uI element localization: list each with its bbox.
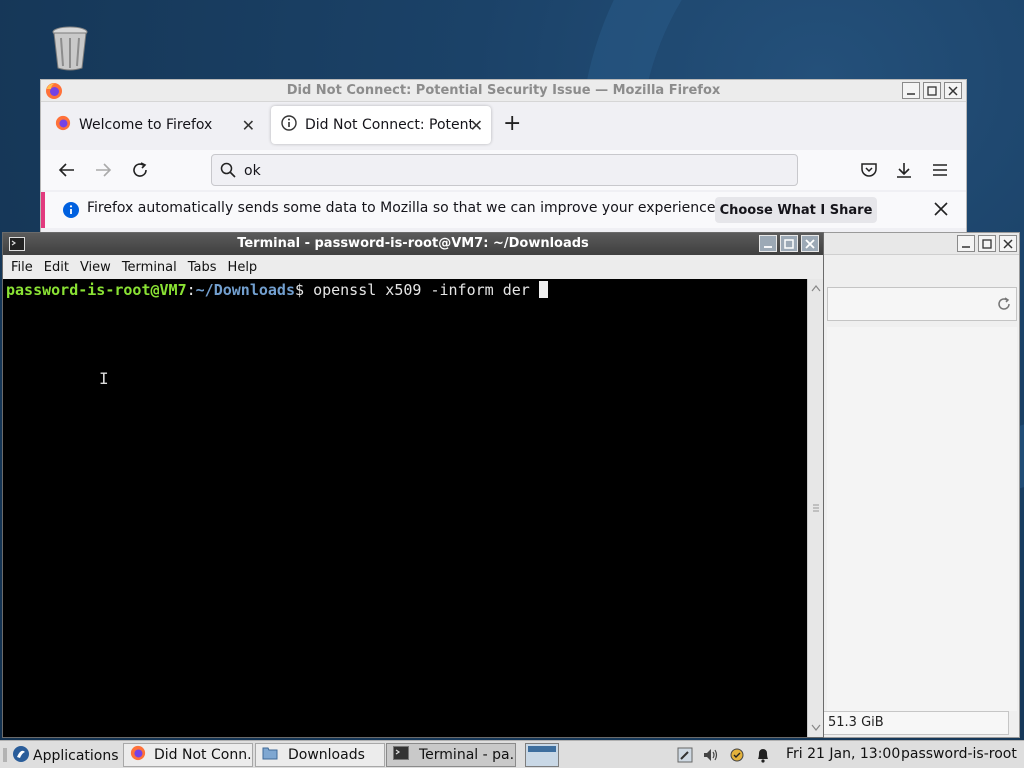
trash-icon[interactable] <box>50 24 90 72</box>
command-text: openssl x509 -inform der <box>313 281 539 299</box>
taskbar-item-label: Downloads <box>288 747 365 763</box>
notification-text: Firefox automatically sends some data to… <box>87 200 720 216</box>
text-cursor <box>538 281 548 298</box>
applications-menu-button[interactable]: Applications <box>12 745 119 767</box>
mouse-ibeam-cursor-icon: I <box>99 369 109 388</box>
menu-tabs[interactable]: Tabs <box>188 260 217 275</box>
menu-file[interactable]: File <box>11 260 33 275</box>
menu-view[interactable]: View <box>80 260 111 275</box>
terminal-icon <box>393 746 409 764</box>
prompt-path: ~/Downloads <box>195 281 295 299</box>
terminal-scrollbar[interactable] <box>807 279 823 737</box>
downloads-icon[interactable] <box>893 159 915 181</box>
info-icon <box>281 115 297 135</box>
search-icon <box>220 162 236 182</box>
url-input[interactable] <box>244 161 784 181</box>
tab-did-not-connect[interactable]: Did Not Connect: Potenti ✕ <box>271 106 491 144</box>
info-icon <box>63 202 79 222</box>
firefox-favicon-icon <box>55 115 71 135</box>
choose-what-i-share-button[interactable]: Choose What I Share <box>715 197 877 223</box>
file-manager-status-free-space: 51.3 GiB <box>823 711 1009 735</box>
menu-edit[interactable]: Edit <box>44 260 69 275</box>
menu-terminal[interactable]: Terminal <box>122 260 177 275</box>
firefox-tabbar: Welcome to Firefox ✕ Did Not Connect: Po… <box>41 102 966 150</box>
taskbar-item-terminal[interactable]: Terminal - pa... <box>386 743 516 767</box>
back-arrow-icon[interactable] <box>56 159 78 181</box>
taskbar-item-firefox[interactable]: Did Not Conn... <box>123 743 253 767</box>
network-icon[interactable] <box>676 746 694 764</box>
workspace-pager[interactable] <box>525 743 559 767</box>
prompt-user: password-is-root@VM7 <box>6 281 187 299</box>
url-bar[interactable] <box>211 154 798 186</box>
firefox-navbar <box>41 150 966 190</box>
notification-bell-icon[interactable] <box>754 746 772 764</box>
file-manager-maximize-button[interactable] <box>978 235 996 252</box>
new-tab-button[interactable]: + <box>503 113 521 135</box>
applications-logo-icon <box>12 745 30 767</box>
file-manager-window: 51.3 GiB <box>822 232 1020 738</box>
volume-icon[interactable] <box>702 746 720 764</box>
tab-close-icon[interactable]: ✕ <box>470 116 483 135</box>
applications-label: Applications <box>33 748 119 764</box>
firefox-icon <box>130 745 146 765</box>
terminal-window: Terminal - password-is-root@VM7: ~/Downl… <box>2 232 824 738</box>
firefox-titlebar[interactable]: Did Not Connect: Potential Security Issu… <box>41 80 966 102</box>
taskbar-item-label: Terminal - pa... <box>419 747 516 763</box>
tab-close-icon[interactable]: ✕ <box>242 116 255 135</box>
terminal-output[interactable]: password-is-root@VM7:~/Downloads$ openss… <box>3 279 807 737</box>
file-manager-minimize-button[interactable] <box>957 235 975 252</box>
terminal-window-title: Terminal - password-is-root@VM7: ~/Downl… <box>237 236 589 251</box>
taskbar-item-downloads[interactable]: Downloads <box>255 743 385 767</box>
reload-icon[interactable] <box>129 159 151 181</box>
terminal-minimize-button[interactable] <box>759 235 777 252</box>
forward-arrow-icon[interactable] <box>92 159 114 181</box>
updates-icon[interactable] <box>728 746 746 764</box>
firefox-maximize-button[interactable] <box>923 82 941 99</box>
menu-help[interactable]: Help <box>228 260 258 275</box>
folder-icon <box>262 745 278 765</box>
data-collection-notification-bar: Firefox automatically sends some data to… <box>41 192 966 228</box>
firefox-minimize-button[interactable] <box>902 82 920 99</box>
tab-welcome-to-firefox[interactable]: Welcome to Firefox ✕ <box>45 106 263 144</box>
firefox-window: Did Not Connect: Potential Security Issu… <box>40 79 967 239</box>
taskbar: Applications Did Not Conn... Downloads T… <box>0 740 1024 768</box>
file-manager-path-bar[interactable] <box>827 287 1017 321</box>
firefox-window-title: Did Not Connect: Potential Security Issu… <box>286 83 721 98</box>
user-name[interactable]: password-is-root <box>901 746 1017 762</box>
prompt-symbol: $ <box>295 281 314 299</box>
firefox-close-button[interactable] <box>944 82 962 99</box>
menu-hamburger-icon[interactable] <box>929 159 951 181</box>
file-manager-content-pane[interactable] <box>827 327 1017 711</box>
panel-handle-icon <box>2 747 8 767</box>
file-manager-titlebar[interactable] <box>823 233 1019 255</box>
terminal-menubar: File Edit View Terminal Tabs Help <box>3 255 823 279</box>
prompt-separator: : <box>186 281 196 299</box>
notification-close-icon[interactable] <box>933 201 949 221</box>
file-manager-close-button[interactable] <box>999 235 1017 252</box>
taskbar-item-label: Did Not Conn... <box>154 747 253 763</box>
terminal-titlebar[interactable]: Terminal - password-is-root@VM7: ~/Downl… <box>3 233 823 255</box>
pocket-icon[interactable] <box>858 159 880 181</box>
tab-label: Did Not Connect: Potenti <box>305 117 473 133</box>
clock[interactable]: Fri 21 Jan, 13:00 <box>786 746 900 762</box>
terminal-close-button[interactable] <box>801 235 819 252</box>
refresh-icon[interactable] <box>996 296 1012 316</box>
tab-label: Welcome to Firefox <box>79 117 213 133</box>
terminal-maximize-button[interactable] <box>780 235 798 252</box>
